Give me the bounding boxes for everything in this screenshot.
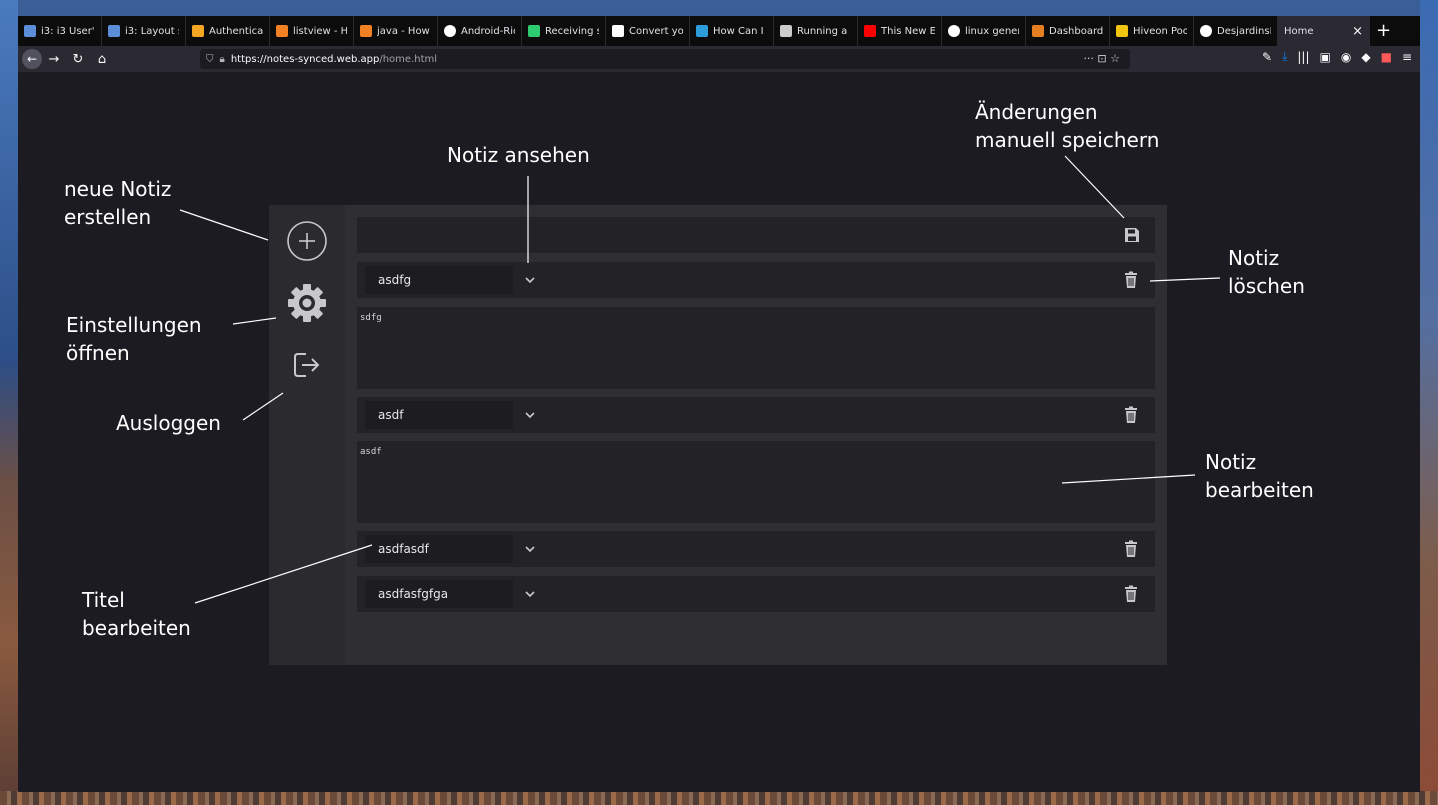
chevron-down-icon[interactable] <box>523 543 537 555</box>
note-body-editor[interactable]: sdfg <box>357 307 1155 389</box>
account-icon[interactable]: ◉ <box>1341 50 1351 64</box>
app-sidebar <box>269 205 345 665</box>
browser-tab[interactable]: Hiveon Pool <box>1110 16 1194 46</box>
tab-favicon-icon <box>444 25 456 37</box>
note-title-input[interactable]: asdfasfgfga <box>365 580 513 608</box>
desktop-wallpaper <box>0 791 1438 805</box>
annotation-view-note: Notiz ansehen <box>447 143 590 167</box>
note-body-editor[interactable]: asdf <box>357 441 1155 523</box>
note-header: asdfasfgfga <box>357 576 1155 612</box>
browser-tab[interactable]: This New El <box>858 16 942 46</box>
desktop-wallpaper <box>1420 0 1438 805</box>
note-title-input[interactable]: asdf <box>365 401 513 429</box>
download-icon[interactable]: ⤓ <box>1282 49 1287 64</box>
navigation-bar: ← → ↻ ⌂ ⛉ 🔒︎ https://notes-synced.web.ap… <box>18 46 1420 72</box>
new-tab-button[interactable]: + <box>1370 16 1397 46</box>
browser-toolbar: ✎ ⤓ ||| ▣ ◉ ◆ ■ ≡ <box>1262 49 1412 64</box>
extension-icon[interactable]: ■ <box>1381 50 1392 64</box>
tools-icon[interactable]: ✎ <box>1262 50 1272 64</box>
trash-icon[interactable] <box>1123 585 1139 603</box>
annotation-settings: Einstellungen öffnen <box>66 313 202 365</box>
tab-favicon-icon <box>276 25 288 37</box>
annotation-delete: Notiz löschen <box>1228 246 1305 298</box>
tab-favicon-icon <box>1116 25 1128 37</box>
chevron-down-icon[interactable] <box>523 409 537 421</box>
forward-arrow-icon[interactable]: → <box>42 52 66 67</box>
browser-tab[interactable]: How Can I C <box>690 16 774 46</box>
browser-tab[interactable]: DesjardinsF <box>1194 16 1278 46</box>
browser-tab[interactable]: Convert you <box>606 16 690 46</box>
url-text[interactable]: https://notes-synced.web.app/home.html <box>231 54 437 65</box>
browser-tab[interactable]: Running a r <box>774 16 858 46</box>
annotation-new-note: neue Notiz erstellen <box>64 177 172 229</box>
browser-tab[interactable]: i3: Layout sa <box>102 16 186 46</box>
trash-icon[interactable] <box>1123 406 1139 424</box>
menu-icon[interactable]: ≡ <box>1402 50 1412 64</box>
logout-button[interactable] <box>286 344 328 386</box>
add-note-button[interactable] <box>286 220 328 262</box>
plus-circle-icon <box>287 221 327 261</box>
browser-tab-active[interactable]: Home × <box>1278 16 1370 46</box>
tab-favicon-icon <box>948 25 960 37</box>
extension-icon[interactable]: ◆ <box>1361 50 1370 64</box>
desktop-wallpaper <box>0 0 18 805</box>
tab-favicon-icon <box>864 25 876 37</box>
tab-bar: i3: i3 User's i3: Layout sa Authenticat … <box>18 16 1420 46</box>
url-bar[interactable]: ⛉ 🔒︎ https://notes-synced.web.app/home.h… <box>200 49 1130 69</box>
sidebar-toggle-icon[interactable]: ▣ <box>1320 50 1331 64</box>
browser-tab[interactable]: Authenticat <box>186 16 270 46</box>
browser-tab[interactable]: Receiving si <box>522 16 606 46</box>
tab-favicon-icon <box>24 25 36 37</box>
tab-favicon-icon <box>1200 25 1212 37</box>
annotation-edit-title: Titel bearbeiten <box>82 588 191 640</box>
tab-favicon-icon <box>360 25 372 37</box>
tab-favicon-icon <box>192 25 204 37</box>
chevron-down-icon[interactable] <box>523 274 537 286</box>
browser-tab[interactable]: Android-Ric <box>438 16 522 46</box>
note-header: asdfg <box>357 262 1155 298</box>
browser-tab[interactable]: linux gener <box>942 16 1026 46</box>
save-toolbar <box>357 217 1155 253</box>
back-arrow-icon[interactable]: ← <box>22 49 42 69</box>
tab-favicon-icon <box>1032 25 1044 37</box>
notes-app-page: asdfg sdfg asdf asdf asdfasdf asdfasfgfg… <box>18 72 1420 792</box>
note-header: asdfasdf <box>357 531 1155 567</box>
tracking-shield-icon[interactable]: ⛉ <box>206 54 214 65</box>
tab-favicon-icon <box>696 25 708 37</box>
tab-favicon-icon <box>108 25 120 37</box>
reload-icon[interactable]: ↻ <box>66 52 90 67</box>
annotation-save: Änderungen manuell speichern <box>975 100 1160 152</box>
browser-tab[interactable]: Dashboard <box>1026 16 1110 46</box>
browser-tab[interactable]: i3: i3 User's <box>18 16 102 46</box>
browser-tab[interactable]: listview - Ho <box>270 16 354 46</box>
browser-window: i3: i3 User's i3: Layout sa Authenticat … <box>18 16 1420 792</box>
note-title-input[interactable]: asdfasdf <box>365 535 513 563</box>
annotation-logout: Ausloggen <box>116 411 221 435</box>
note-header: asdf <box>357 397 1155 433</box>
close-tab-icon[interactable]: × <box>1352 24 1363 39</box>
tab-favicon-icon <box>780 25 792 37</box>
tab-favicon-icon <box>528 25 540 37</box>
library-icon[interactable]: ||| <box>1297 50 1309 64</box>
tab-favicon-icon <box>612 25 624 37</box>
settings-button[interactable] <box>286 282 328 324</box>
browser-tab[interactable]: java - How t <box>354 16 438 46</box>
chevron-down-icon[interactable] <box>523 588 537 600</box>
home-icon[interactable]: ⌂ <box>90 52 114 67</box>
annotation-edit-note: Notiz bearbeiten <box>1205 450 1314 502</box>
gear-icon <box>288 284 326 322</box>
notes-panel: asdfg sdfg asdf asdf asdfasdf asdfasfgfg… <box>345 205 1167 665</box>
note-title-input[interactable]: asdfg <box>365 266 513 294</box>
lock-icon[interactable]: 🔒︎ <box>220 54 225 65</box>
logout-icon <box>294 353 320 377</box>
page-actions-icon[interactable]: ··· ⊡ ☆ <box>1083 52 1120 65</box>
save-icon[interactable] <box>1123 226 1141 244</box>
trash-icon[interactable] <box>1123 271 1139 289</box>
trash-icon[interactable] <box>1123 540 1139 558</box>
